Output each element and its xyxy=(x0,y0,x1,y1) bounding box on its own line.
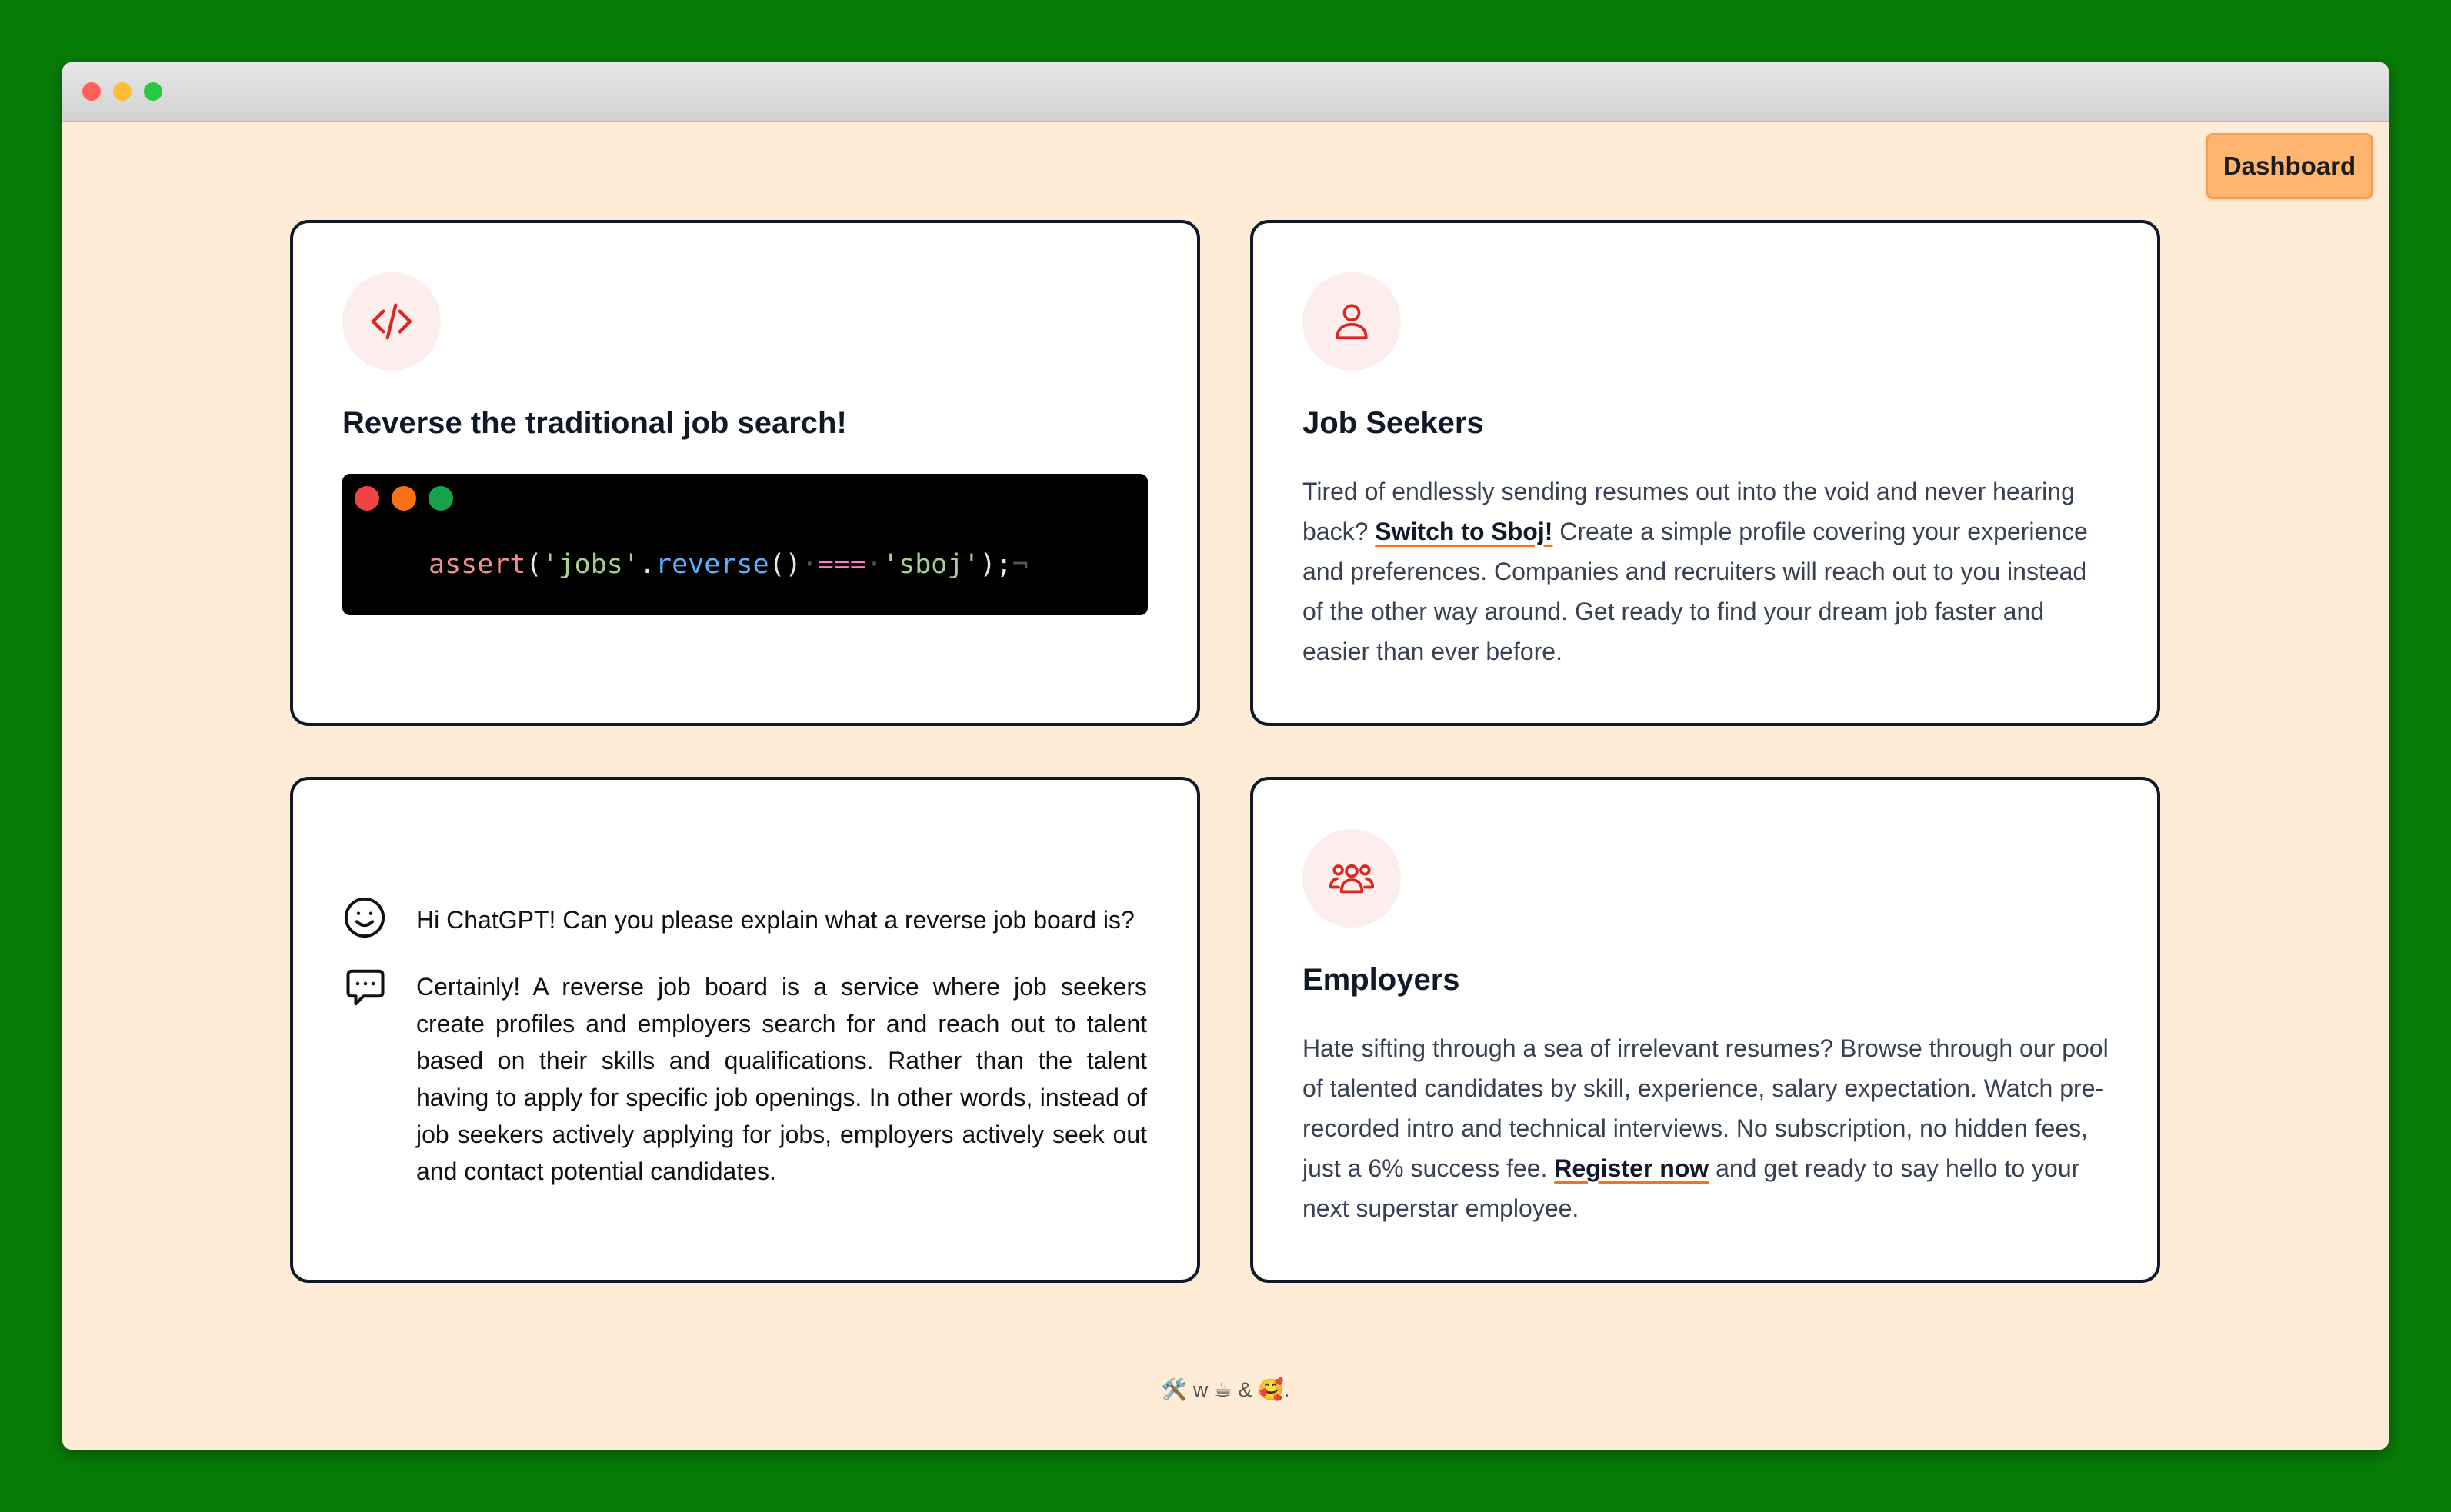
employers-card: Employers Hate sifting through a sea of … xyxy=(1250,777,2160,1283)
code-string: 'sboj' xyxy=(882,549,980,580)
code-line: assert('jobs'.reverse()·===·'sboj');¬ xyxy=(429,549,1029,580)
user-icon xyxy=(1336,304,1368,340)
users-group-icon-badge xyxy=(1302,829,1401,928)
code-whitespace: · xyxy=(801,549,818,580)
dashboard-button[interactable]: Dashboard xyxy=(2206,133,2373,199)
footer-credits: 🛠️ w ☕ & 🥰. xyxy=(1161,1378,1290,1401)
intro-title: Reverse the traditional job search! xyxy=(342,406,847,440)
code-icon-badge xyxy=(342,272,441,371)
code-snippet: assert('jobs'.reverse()·===·'sboj');¬ xyxy=(342,474,1148,615)
code-method: reverse xyxy=(655,549,769,580)
code-operator: === xyxy=(817,549,866,580)
chat-question: Hi ChatGPT! Can you please explain what … xyxy=(416,906,1135,934)
terminal-green-dot xyxy=(429,486,453,511)
chat-bubble-icon xyxy=(346,969,385,1006)
code-string: 'jobs' xyxy=(542,549,639,580)
code-eol: ¬ xyxy=(1012,549,1029,580)
minimize-window-button[interactable] xyxy=(113,82,132,101)
terminal-red-dot xyxy=(355,486,379,511)
code-call: () xyxy=(769,549,802,580)
maximize-window-button[interactable] xyxy=(144,82,162,101)
intro-card: Reverse the traditional job search! asse… xyxy=(290,220,1200,726)
user-icon-badge xyxy=(1302,272,1401,371)
code-dot: . xyxy=(639,549,656,580)
code-close: ); xyxy=(979,549,1012,580)
job-seekers-title: Job Seekers xyxy=(1302,406,1484,440)
code-icon xyxy=(371,303,412,340)
code-function: assert xyxy=(429,549,526,580)
employers-description: Hate sifting through a sea of irrelevant… xyxy=(1302,1028,2110,1228)
smiley-icon xyxy=(344,897,385,938)
users-group-icon xyxy=(1329,864,1375,894)
chat-card: Hi ChatGPT! Can you please explain what … xyxy=(290,777,1200,1283)
terminal-orange-dot xyxy=(392,486,416,511)
employers-title: Employers xyxy=(1302,963,1460,997)
browser-window: Dashboard Reverse the traditional job se… xyxy=(62,62,2389,1450)
job-seekers-description: Tired of endlessly sending resumes out i… xyxy=(1302,471,2110,671)
chat-answer: Certainly! A reverse job board is a serv… xyxy=(416,973,1147,1185)
close-window-button[interactable] xyxy=(82,82,101,101)
title-bar xyxy=(62,62,2389,122)
code-paren: ( xyxy=(525,549,542,580)
job-seekers-card: Job Seekers Tired of endlessly sending r… xyxy=(1250,220,2160,726)
code-whitespace: · xyxy=(866,549,883,580)
register-now-link[interactable]: Register now xyxy=(1554,1154,1709,1182)
switch-to-sboj-link[interactable]: Switch to Sboj! xyxy=(1375,518,1552,545)
